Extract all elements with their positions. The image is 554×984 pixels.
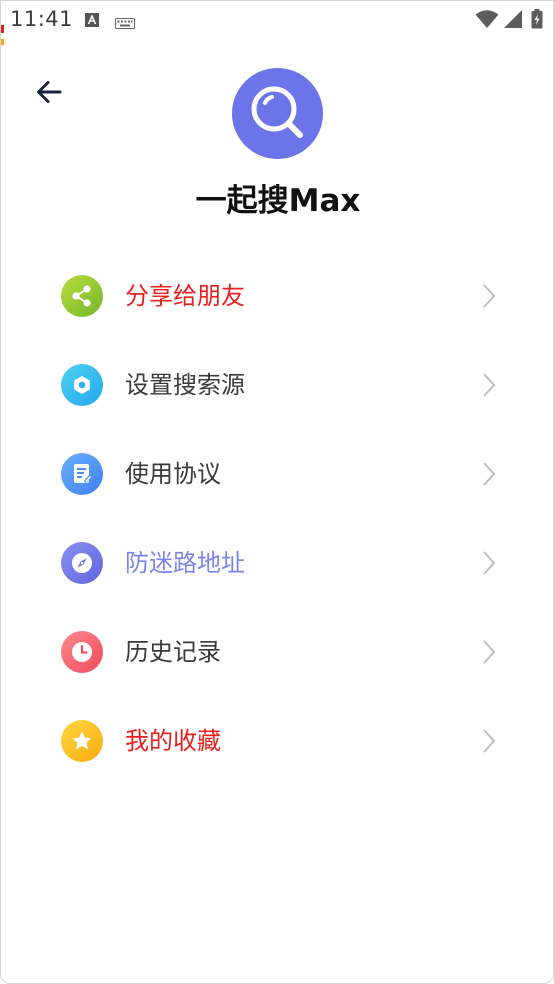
menu-item-label: 使用协议 [125, 460, 221, 488]
arrow-left-icon [37, 81, 62, 103]
app-screen: 11:41 一起搜Max 分享给朋友 设置搜索源 使用协议 防迷路地址 历史记录… [0, 0, 554, 984]
menu-item-history[interactable]: 历史记录 [1, 607, 553, 696]
star-icon [61, 720, 103, 762]
document-icon [61, 453, 103, 495]
menu-item-label: 历史记录 [125, 638, 221, 666]
menu-item-share[interactable]: 分享给朋友 [1, 251, 553, 340]
menu-item-label: 分享给朋友 [125, 282, 245, 310]
edge-indicator [1, 25, 4, 33]
menu-item-search-source[interactable]: 设置搜索源 [1, 340, 553, 429]
battery-icon [531, 9, 543, 33]
chevron-right-icon [481, 550, 497, 580]
gear-icon [61, 364, 103, 406]
chevron-right-icon [481, 639, 497, 669]
chevron-right-icon [481, 461, 497, 491]
menu-item-label: 我的收藏 [125, 727, 221, 755]
status-bar: 11:41 [1, 1, 553, 37]
edge-indicator [1, 39, 4, 45]
menu-item-agreement[interactable]: 使用协议 [1, 429, 553, 518]
wifi-icon [475, 9, 499, 33]
app-logo [232, 68, 323, 159]
signal-icon [503, 9, 523, 33]
app-title: 一起搜Max [195, 183, 361, 219]
menu-item-address[interactable]: 防迷路地址 [1, 518, 553, 607]
a-notification-icon [85, 12, 99, 31]
chevron-right-icon [481, 372, 497, 402]
menu-item-label: 设置搜索源 [125, 371, 245, 399]
clock-icon [61, 631, 103, 673]
status-time: 11:41 [10, 7, 74, 31]
keyboard-icon [115, 14, 135, 33]
compass-icon [61, 542, 103, 584]
share-icon [61, 275, 103, 317]
chevron-right-icon [481, 283, 497, 313]
menu-item-label: 防迷路地址 [125, 549, 245, 577]
menu-item-favorites[interactable]: 我的收藏 [1, 696, 553, 785]
chevron-right-icon [481, 728, 497, 758]
magnifier-icon [251, 86, 303, 138]
back-button[interactable] [29, 73, 69, 113]
menu-list: 分享给朋友 设置搜索源 使用协议 防迷路地址 历史记录 我的收藏 [1, 251, 553, 785]
